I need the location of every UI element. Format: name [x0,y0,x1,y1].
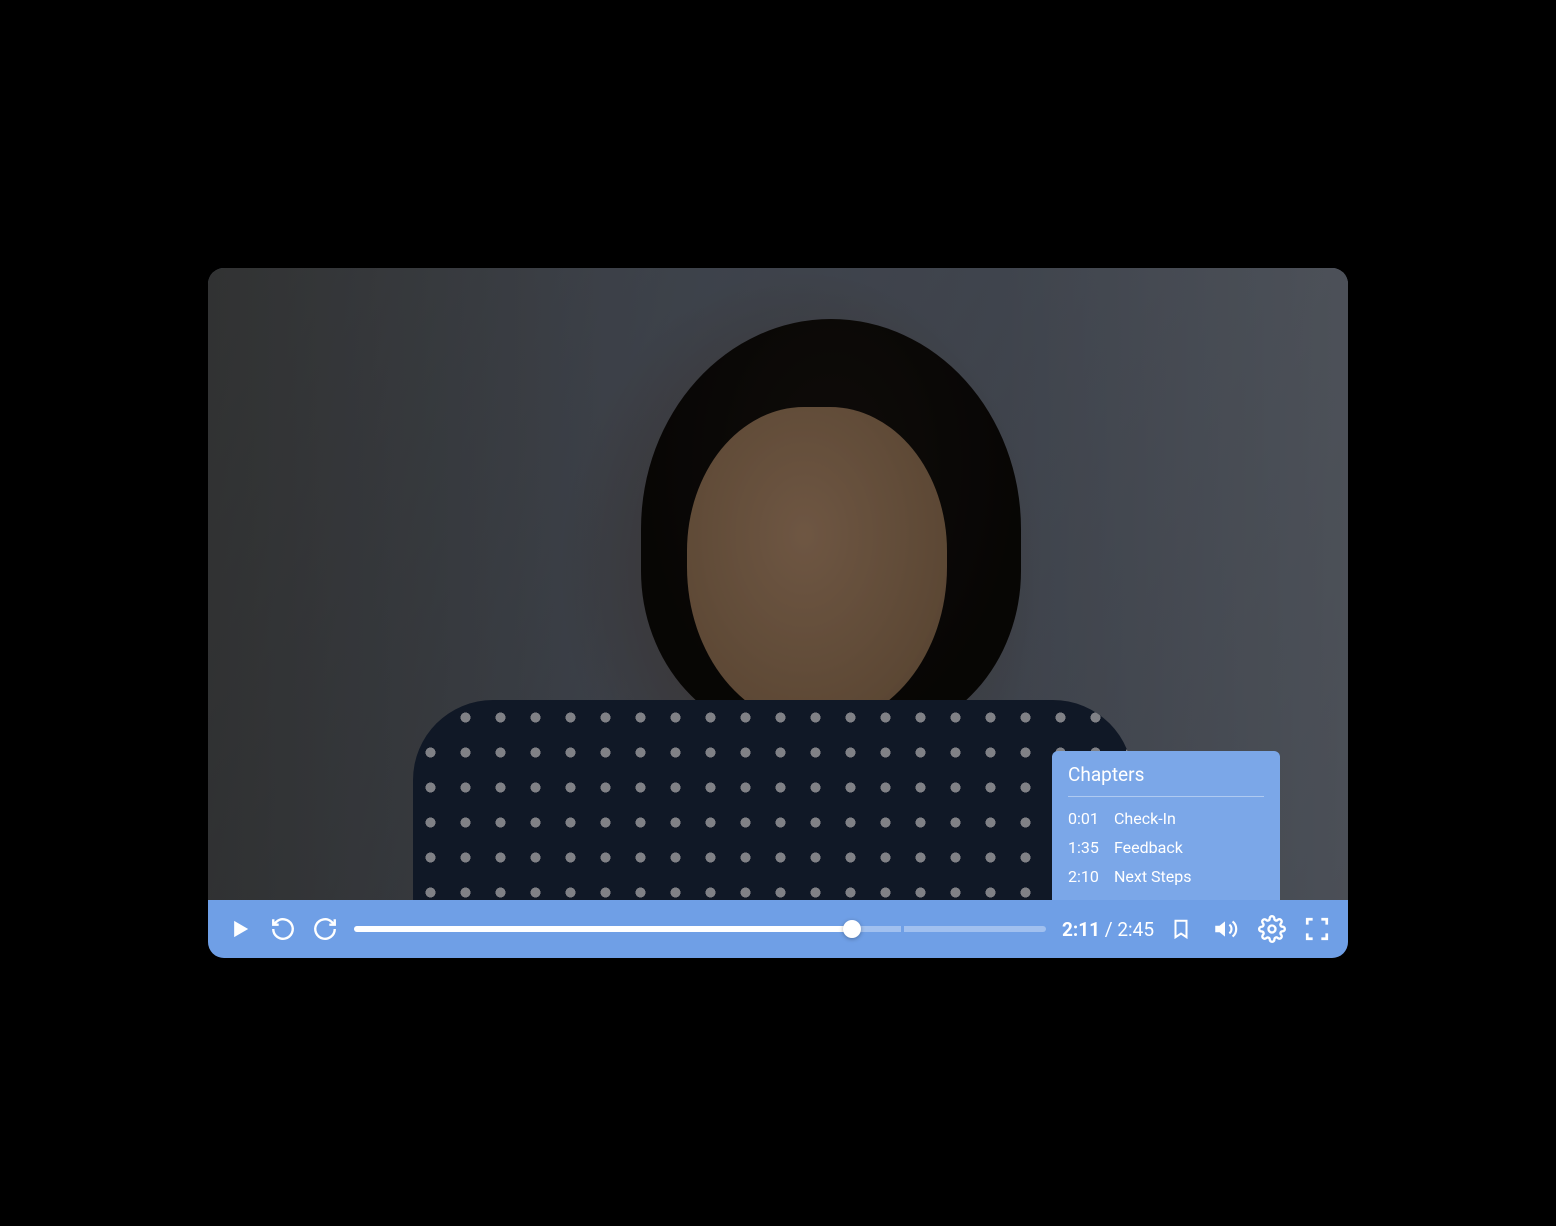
video-player: Chapters 0:01 Check-In 1:35 Feedback 2:1… [208,268,1348,958]
time-display: 2:11 / 2:45 [1062,918,1154,941]
progress-bar[interactable] [354,926,1046,932]
forward-button[interactable] [312,916,338,942]
chapter-label: Feedback [1114,838,1183,857]
rewind-icon [270,916,296,942]
chapter-time: 1:35 [1068,838,1104,857]
forward-icon [312,916,338,942]
rewind-button[interactable] [270,916,296,942]
chapter-time: 0:01 [1068,809,1104,828]
fullscreen-icon [1304,916,1330,942]
video-frame[interactable]: Chapters 0:01 Check-In 1:35 Feedback 2:1… [208,268,1348,900]
chapters-popup: Chapters 0:01 Check-In 1:35 Feedback 2:1… [1052,751,1280,900]
volume-button[interactable] [1210,916,1240,942]
chapter-time: 2:10 [1068,867,1104,886]
bookmark-button[interactable] [1170,916,1192,942]
chapter-marker [901,925,904,933]
play-button[interactable] [226,915,254,943]
control-bar: 2:11 / 2:45 [208,900,1348,958]
settings-button[interactable] [1258,915,1286,943]
current-time: 2:11 [1062,918,1100,941]
chapter-item[interactable]: 0:01 Check-In [1068,809,1264,828]
volume-icon [1210,916,1240,942]
bookmark-icon [1170,916,1192,942]
progress-fill [354,926,852,932]
gear-icon [1258,915,1286,943]
play-icon [226,915,254,943]
fullscreen-button[interactable] [1304,916,1330,942]
duration: 2:45 [1117,918,1154,941]
chapter-item[interactable]: 2:10 Next Steps [1068,867,1264,886]
chapter-label: Check-In [1114,809,1176,828]
progress-thumb[interactable] [843,920,861,938]
chapter-item[interactable]: 1:35 Feedback [1068,838,1264,857]
chapter-label: Next Steps [1114,867,1192,886]
chapters-title: Chapters [1068,763,1264,797]
